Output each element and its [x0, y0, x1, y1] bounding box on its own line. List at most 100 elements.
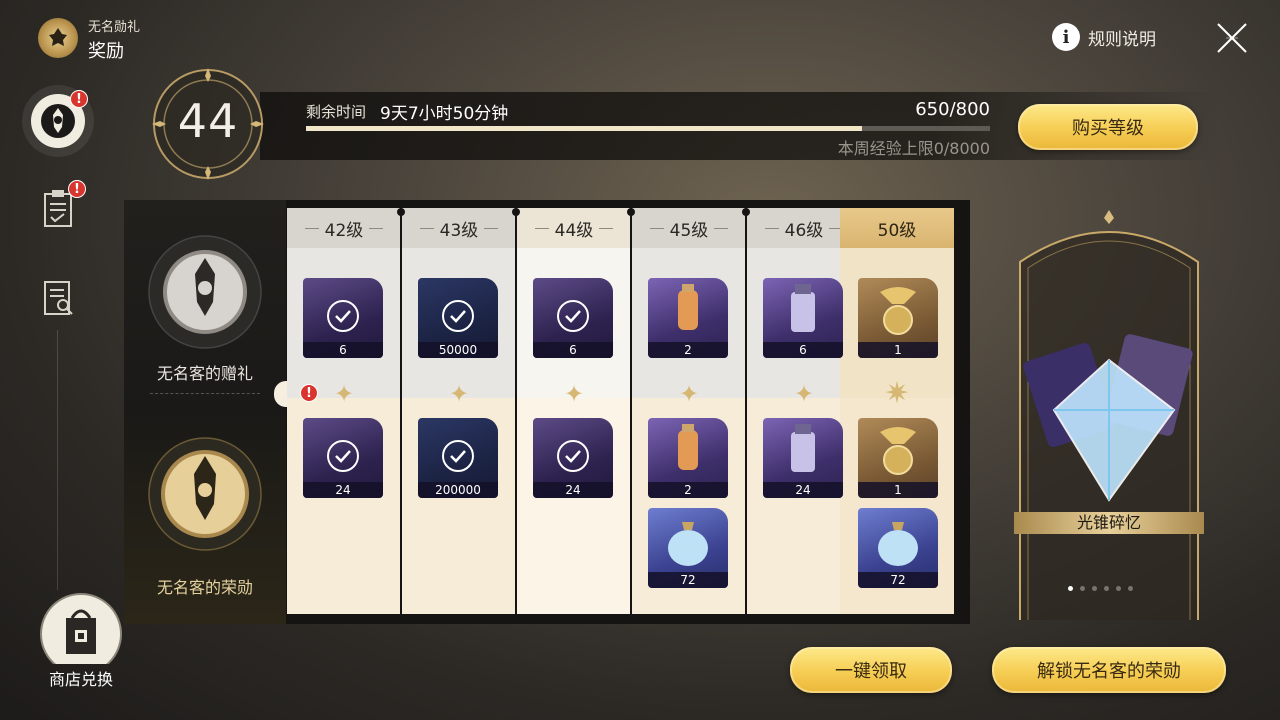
shop-label: 商店兑换 — [48, 670, 113, 689]
claim-all-button[interactable]: 一键领取 — [790, 647, 952, 693]
compass-star-icon: ✦ — [678, 380, 700, 408]
item-quantity: 50000 — [418, 342, 498, 358]
column-separator — [630, 208, 632, 614]
trailblaze-icon — [41, 104, 75, 138]
carousel-dot[interactable] — [1080, 586, 1085, 591]
reward-item[interactable]: 2 — [648, 418, 728, 498]
carousel-dot[interactable] — [1068, 586, 1073, 591]
check-circle-icon — [442, 440, 474, 472]
close-icon[interactable] — [1212, 18, 1252, 58]
nav-divider — [57, 330, 58, 590]
carousel-dot[interactable] — [1092, 586, 1097, 591]
check-circle-icon — [557, 300, 589, 332]
item-quantity: 6 — [763, 342, 843, 358]
compass-star-icon: ✷ — [884, 376, 910, 411]
reward-item[interactable]: 50000 — [418, 278, 498, 358]
page-title: 奖励 — [88, 41, 124, 62]
rules-label: 规则说明 — [1088, 29, 1156, 50]
level-header: 44级 — [517, 208, 631, 248]
featured-reward-card[interactable] — [1014, 210, 1204, 620]
item-quantity: 2 — [648, 342, 728, 358]
column-separator — [400, 208, 402, 614]
item-quantity: 1 — [858, 342, 938, 358]
featured-reward-label: 光锥碎忆 — [1014, 512, 1204, 534]
reward-item[interactable]: 6 — [533, 278, 613, 358]
canister-icon — [791, 284, 815, 332]
separator-dot — [512, 208, 520, 216]
carousel-dot[interactable] — [1104, 586, 1109, 591]
header-subtitle: 无名勋礼 — [88, 20, 141, 35]
compass-star-icon: ✦ — [448, 380, 470, 408]
notification-badge: ! — [68, 180, 86, 198]
golden-pocket-watch-icon — [880, 287, 916, 335]
pass-emblem-icon — [38, 18, 78, 58]
reward-item[interactable]: 24 — [533, 418, 613, 498]
document-search-icon — [44, 281, 73, 315]
shop-exchange-button[interactable] — [36, 592, 126, 664]
separator-dot — [742, 208, 750, 216]
check-circle-icon — [327, 300, 359, 332]
level-column: 42级 — [287, 208, 401, 614]
level-label: 43级 — [439, 220, 479, 241]
reward-item[interactable]: 72 — [858, 508, 938, 588]
notification-badge: ! — [70, 90, 88, 108]
golden-pocket-watch-icon — [880, 427, 916, 475]
exp-value: 650/800 — [915, 99, 990, 120]
item-quantity: 24 — [533, 482, 613, 498]
carousel-dots[interactable] — [1068, 586, 1133, 591]
reward-item[interactable]: 2 — [648, 278, 728, 358]
level-header: 42级 — [287, 208, 401, 248]
reward-item[interactable]: 1 — [858, 278, 938, 358]
nav-tab-records[interactable] — [38, 278, 78, 318]
level-label: 44级 — [554, 220, 594, 241]
weekly-exp-cap: 本周经验上限0/8000 — [837, 139, 990, 158]
column-separator — [745, 208, 747, 614]
level-column-current: 44级 — [517, 208, 631, 614]
level-label: 45级 — [669, 220, 709, 241]
level-header: 45级 — [632, 208, 746, 248]
rules-button[interactable]: i 规则说明 — [1052, 22, 1156, 52]
info-icon: i — [1052, 23, 1080, 51]
column-separator — [515, 208, 517, 614]
shopping-bag-icon — [40, 593, 122, 664]
compass-star-icon: ✦ — [333, 380, 355, 408]
compass-star-icon: ✦ — [563, 380, 585, 408]
carousel-dot[interactable] — [1128, 586, 1133, 591]
item-quantity: 200000 — [418, 482, 498, 498]
item-quantity: 2 — [648, 482, 728, 498]
current-level: 44 — [177, 94, 239, 148]
buy-level-button[interactable]: 购买等级 — [1018, 104, 1198, 150]
carousel-dot[interactable] — [1116, 586, 1121, 591]
level-label: 50级 — [877, 220, 917, 241]
item-quantity: 6 — [303, 342, 383, 358]
item-quantity: 6 — [533, 342, 613, 358]
level-header: 50级 — [840, 208, 954, 248]
check-circle-icon — [442, 300, 474, 332]
reward-item[interactable]: 200000 — [418, 418, 498, 498]
unlock-honor-button[interactable]: 解锁无名客的荣勋 — [992, 647, 1226, 693]
time-remaining-value: 9天7小时50分钟 — [380, 104, 509, 124]
track-divider — [150, 393, 260, 394]
reward-item[interactable]: 1 — [858, 418, 938, 498]
notification-badge: ! — [300, 384, 318, 402]
free-track-label: 无名客的赠礼 — [156, 364, 253, 383]
level-label: 42级 — [324, 220, 364, 241]
separator-dot — [397, 208, 405, 216]
exp-progress-fill — [306, 126, 862, 131]
item-quantity: 24 — [303, 482, 383, 498]
reward-item[interactable]: 6 — [763, 278, 843, 358]
free-track-emblem-icon — [148, 235, 262, 349]
item-quantity: 72 — [648, 572, 728, 588]
compass-star-icon: ✦ — [793, 380, 815, 408]
stardust-pouch-icon — [668, 522, 708, 566]
tonic-bottle-icon — [678, 424, 698, 470]
reward-item[interactable]: 6 — [303, 278, 383, 358]
reward-item[interactable]: 72 — [648, 508, 728, 588]
reward-item[interactable]: 24 — [763, 418, 843, 498]
item-quantity: 72 — [858, 572, 938, 588]
reward-item[interactable]: 24 — [303, 418, 383, 498]
level-column: 43级 — [402, 208, 516, 614]
time-remaining-label: 剩余时间 — [306, 103, 367, 121]
paid-track-emblem-icon — [148, 437, 262, 551]
check-circle-icon — [557, 440, 589, 472]
